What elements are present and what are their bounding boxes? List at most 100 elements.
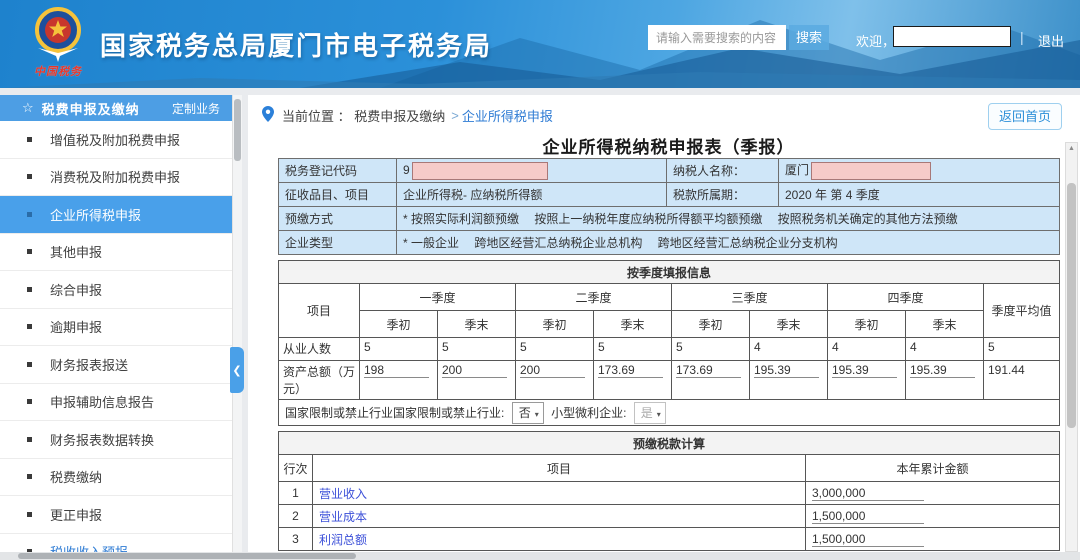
enterprise-type-options[interactable]: * 一般企业 跨地区经营汇总纳税企业总机构 跨地区经营汇总纳税企业分支机构 xyxy=(396,230,1060,255)
prepaid-section-title: 预缴税款计算 xyxy=(277,431,1061,455)
bullet-icon xyxy=(27,174,32,180)
assets-q4-begin[interactable]: 195.39 xyxy=(827,360,906,400)
prepay-method-options[interactable]: * 按照实际利润额预缴 按照上一纳税年度应纳税所得额平均额预缴 按照税务机关确定… xyxy=(396,206,1060,231)
profit-link[interactable]: 利润总额 xyxy=(319,533,367,547)
employees-q1-end[interactable]: 5 xyxy=(437,337,516,361)
back-home-button[interactable]: 返回首页 xyxy=(988,103,1062,130)
sidebar-header: ☆ 税费申报及缴纳 定制业务 xyxy=(0,95,232,121)
table-row-revenue: 1 营业收入 3,000,000 xyxy=(278,481,1061,505)
form-title: 企业所得税纳税申报表（季报） xyxy=(542,138,795,157)
prepay-method-label: 预缴方式 xyxy=(278,206,397,231)
profit-link-cell: 利润总额 xyxy=(312,527,806,551)
scroll-up-icon[interactable]: ▲ xyxy=(1066,145,1077,152)
cost-link-cell: 营业成本 xyxy=(312,504,806,528)
assets-row: 资产总额（万元） 198 200 200 173.69 173.69 195.3… xyxy=(278,360,1061,400)
cost-link[interactable]: 营业成本 xyxy=(319,510,367,524)
sidebar-item-corporate-income-tax[interactable]: 企业所得税申报 xyxy=(0,196,232,234)
employees-q3-begin[interactable]: 5 xyxy=(671,337,750,361)
reg-code-label: 税务登记代码 xyxy=(278,158,397,183)
table-row-cost: 2 营业成本 1,500,000 xyxy=(278,504,1061,528)
assets-q1-end[interactable]: 200 xyxy=(437,360,516,400)
col-amount-header: 本年累计金额 xyxy=(804,454,1061,482)
restricted-industry-label: 国家限制或禁止行业国家限制或禁止行业: xyxy=(285,405,505,420)
levy-item-label: 征收品目、项目 xyxy=(278,182,397,207)
search-input[interactable] xyxy=(648,25,786,50)
sidebar-item-data-conversion[interactable]: 财务报表数据转换 xyxy=(0,421,232,459)
breadcrumb-parent: 税费申报及缴纳 xyxy=(354,109,446,124)
row-no: 2 xyxy=(278,504,313,528)
sidebar-item-overdue[interactable]: 逾期申报 xyxy=(0,308,232,346)
assets-q2-begin[interactable]: 200 xyxy=(515,360,594,400)
q3-begin-header: 季初 xyxy=(671,310,750,338)
content-vertical-scrollbar[interactable]: ▲ xyxy=(1065,142,1078,552)
sidebar-item-other-declaration[interactable]: 其他申报 xyxy=(0,233,232,271)
table-row: 预缴方式 * 按照实际利润额预缴 按照上一纳税年度应纳税所得额平均额预缴 按照税… xyxy=(278,206,1060,231)
q3-header: 三季度 xyxy=(671,283,828,311)
bullet-icon xyxy=(27,436,32,442)
sidebar-item-financial-report[interactable]: 财务报表报送 xyxy=(0,346,232,384)
breadcrumb-current-link[interactable]: 企业所得税申报 xyxy=(462,106,553,125)
profit-amount[interactable]: 1,500,000 xyxy=(804,527,1061,551)
sidebar-item-revenue-forecast[interactable]: 税收收入预报 xyxy=(0,533,232,552)
q2-end-header: 季末 xyxy=(593,310,672,338)
q4-end-header: 季末 xyxy=(905,310,984,338)
custom-business-link[interactable]: 定制业务 xyxy=(172,100,220,117)
avg-col-header: 季度平均值 xyxy=(982,283,1061,338)
tax-period-label: 税款所属期： xyxy=(666,182,779,207)
main-content: 当前位置 ： 税费申报及缴纳 > 企业所得税申报 返回首页 企业所得税纳税申报表… xyxy=(248,95,1080,552)
employees-q2-begin[interactable]: 5 xyxy=(515,337,594,361)
tax-bureau-logo: 中国税务 xyxy=(26,6,90,82)
sidebar-item-consumption-tax[interactable]: 消费税及附加税费申报 xyxy=(0,158,232,196)
sidebar-item-vat[interactable]: 增值税及附加税费申报 xyxy=(0,121,232,159)
q1-begin-header: 季初 xyxy=(359,310,438,338)
taxpayer-name-prefix: 厦门 xyxy=(785,163,810,178)
small-micro-select[interactable]: 是 ▾ xyxy=(633,401,666,424)
logout-button[interactable]: 退出 xyxy=(1038,31,1064,50)
sidebar-item-tax-payment[interactable]: 税费缴纳 xyxy=(0,458,232,496)
sidebar-item-aux-info-report[interactable]: 申报辅助信息报告 xyxy=(0,383,232,421)
revenue-link-cell: 营业收入 xyxy=(312,481,806,505)
bullet-icon xyxy=(27,286,32,292)
sidebar-title: 税费申报及缴纳 xyxy=(41,101,140,117)
top-header: 中国税务 国家税务总局厦门市电子税务局 搜索 欢迎， | 退出 xyxy=(0,0,1080,88)
page-horizontal-scrollbar[interactable] xyxy=(0,552,1080,560)
search-button[interactable]: 搜索 xyxy=(789,25,829,50)
header-divider: | xyxy=(1020,29,1024,45)
assets-q4-end[interactable]: 195.39 xyxy=(905,360,984,400)
levy-item-value: 企业所得税- 应纳税所得额 xyxy=(396,182,667,207)
assets-q2-end[interactable]: 173.69 xyxy=(593,360,672,400)
chevron-down-icon: ▾ xyxy=(534,409,539,419)
breadcrumb-label: 当前位置 ： xyxy=(282,109,351,124)
star-icon: ☆ xyxy=(22,100,34,115)
employees-row: 从业人数 5 5 5 5 5 4 4 4 5 xyxy=(278,337,1061,361)
site-title: 国家税务总局厦门市电子税务局 xyxy=(100,31,493,61)
q3-end-header: 季末 xyxy=(749,310,828,338)
revenue-amount[interactable]: 3,000,000 xyxy=(804,481,1061,505)
sidebar-item-comprehensive[interactable]: 综合申报 xyxy=(0,271,232,309)
sidebar-item-correction[interactable]: 更正申报 xyxy=(0,496,232,534)
assets-q1-begin[interactable]: 198 xyxy=(359,360,438,400)
sidebar-scrollbar-thumb[interactable] xyxy=(234,99,241,161)
reg-code-value-cell: 9 xyxy=(396,158,667,183)
vertical-scrollbar-thumb[interactable] xyxy=(1067,183,1076,428)
employees-q3-end[interactable]: 4 xyxy=(749,337,828,361)
restricted-industry-select[interactable]: 否 ▾ xyxy=(511,401,544,424)
assets-q3-begin[interactable]: 173.69 xyxy=(671,360,750,400)
revenue-link[interactable]: 营业收入 xyxy=(319,487,367,501)
sidebar-collapse-button[interactable]: ❮ xyxy=(230,347,244,393)
assets-average: 191.44 xyxy=(982,360,1061,400)
quarterly-section-title: 按季度填报信息 xyxy=(277,260,1061,284)
employees-q1-begin[interactable]: 5 xyxy=(359,337,438,361)
q2-header: 二季度 xyxy=(515,283,672,311)
horizontal-scrollbar-thumb[interactable] xyxy=(18,553,356,559)
employees-q2-end[interactable]: 5 xyxy=(593,337,672,361)
employees-average: 5 xyxy=(982,337,1061,361)
employees-q4-begin[interactable]: 4 xyxy=(827,337,906,361)
employees-q4-end[interactable]: 4 xyxy=(905,337,984,361)
bullet-icon xyxy=(27,211,32,217)
sidebar-scrollbar[interactable] xyxy=(232,95,242,552)
assets-q3-end[interactable]: 195.39 xyxy=(749,360,828,400)
taxpayer-name-value-cell: 厦门 xyxy=(778,158,1060,183)
cost-amount[interactable]: 1,500,000 xyxy=(804,504,1061,528)
employees-label: 从业人数 xyxy=(278,337,360,361)
